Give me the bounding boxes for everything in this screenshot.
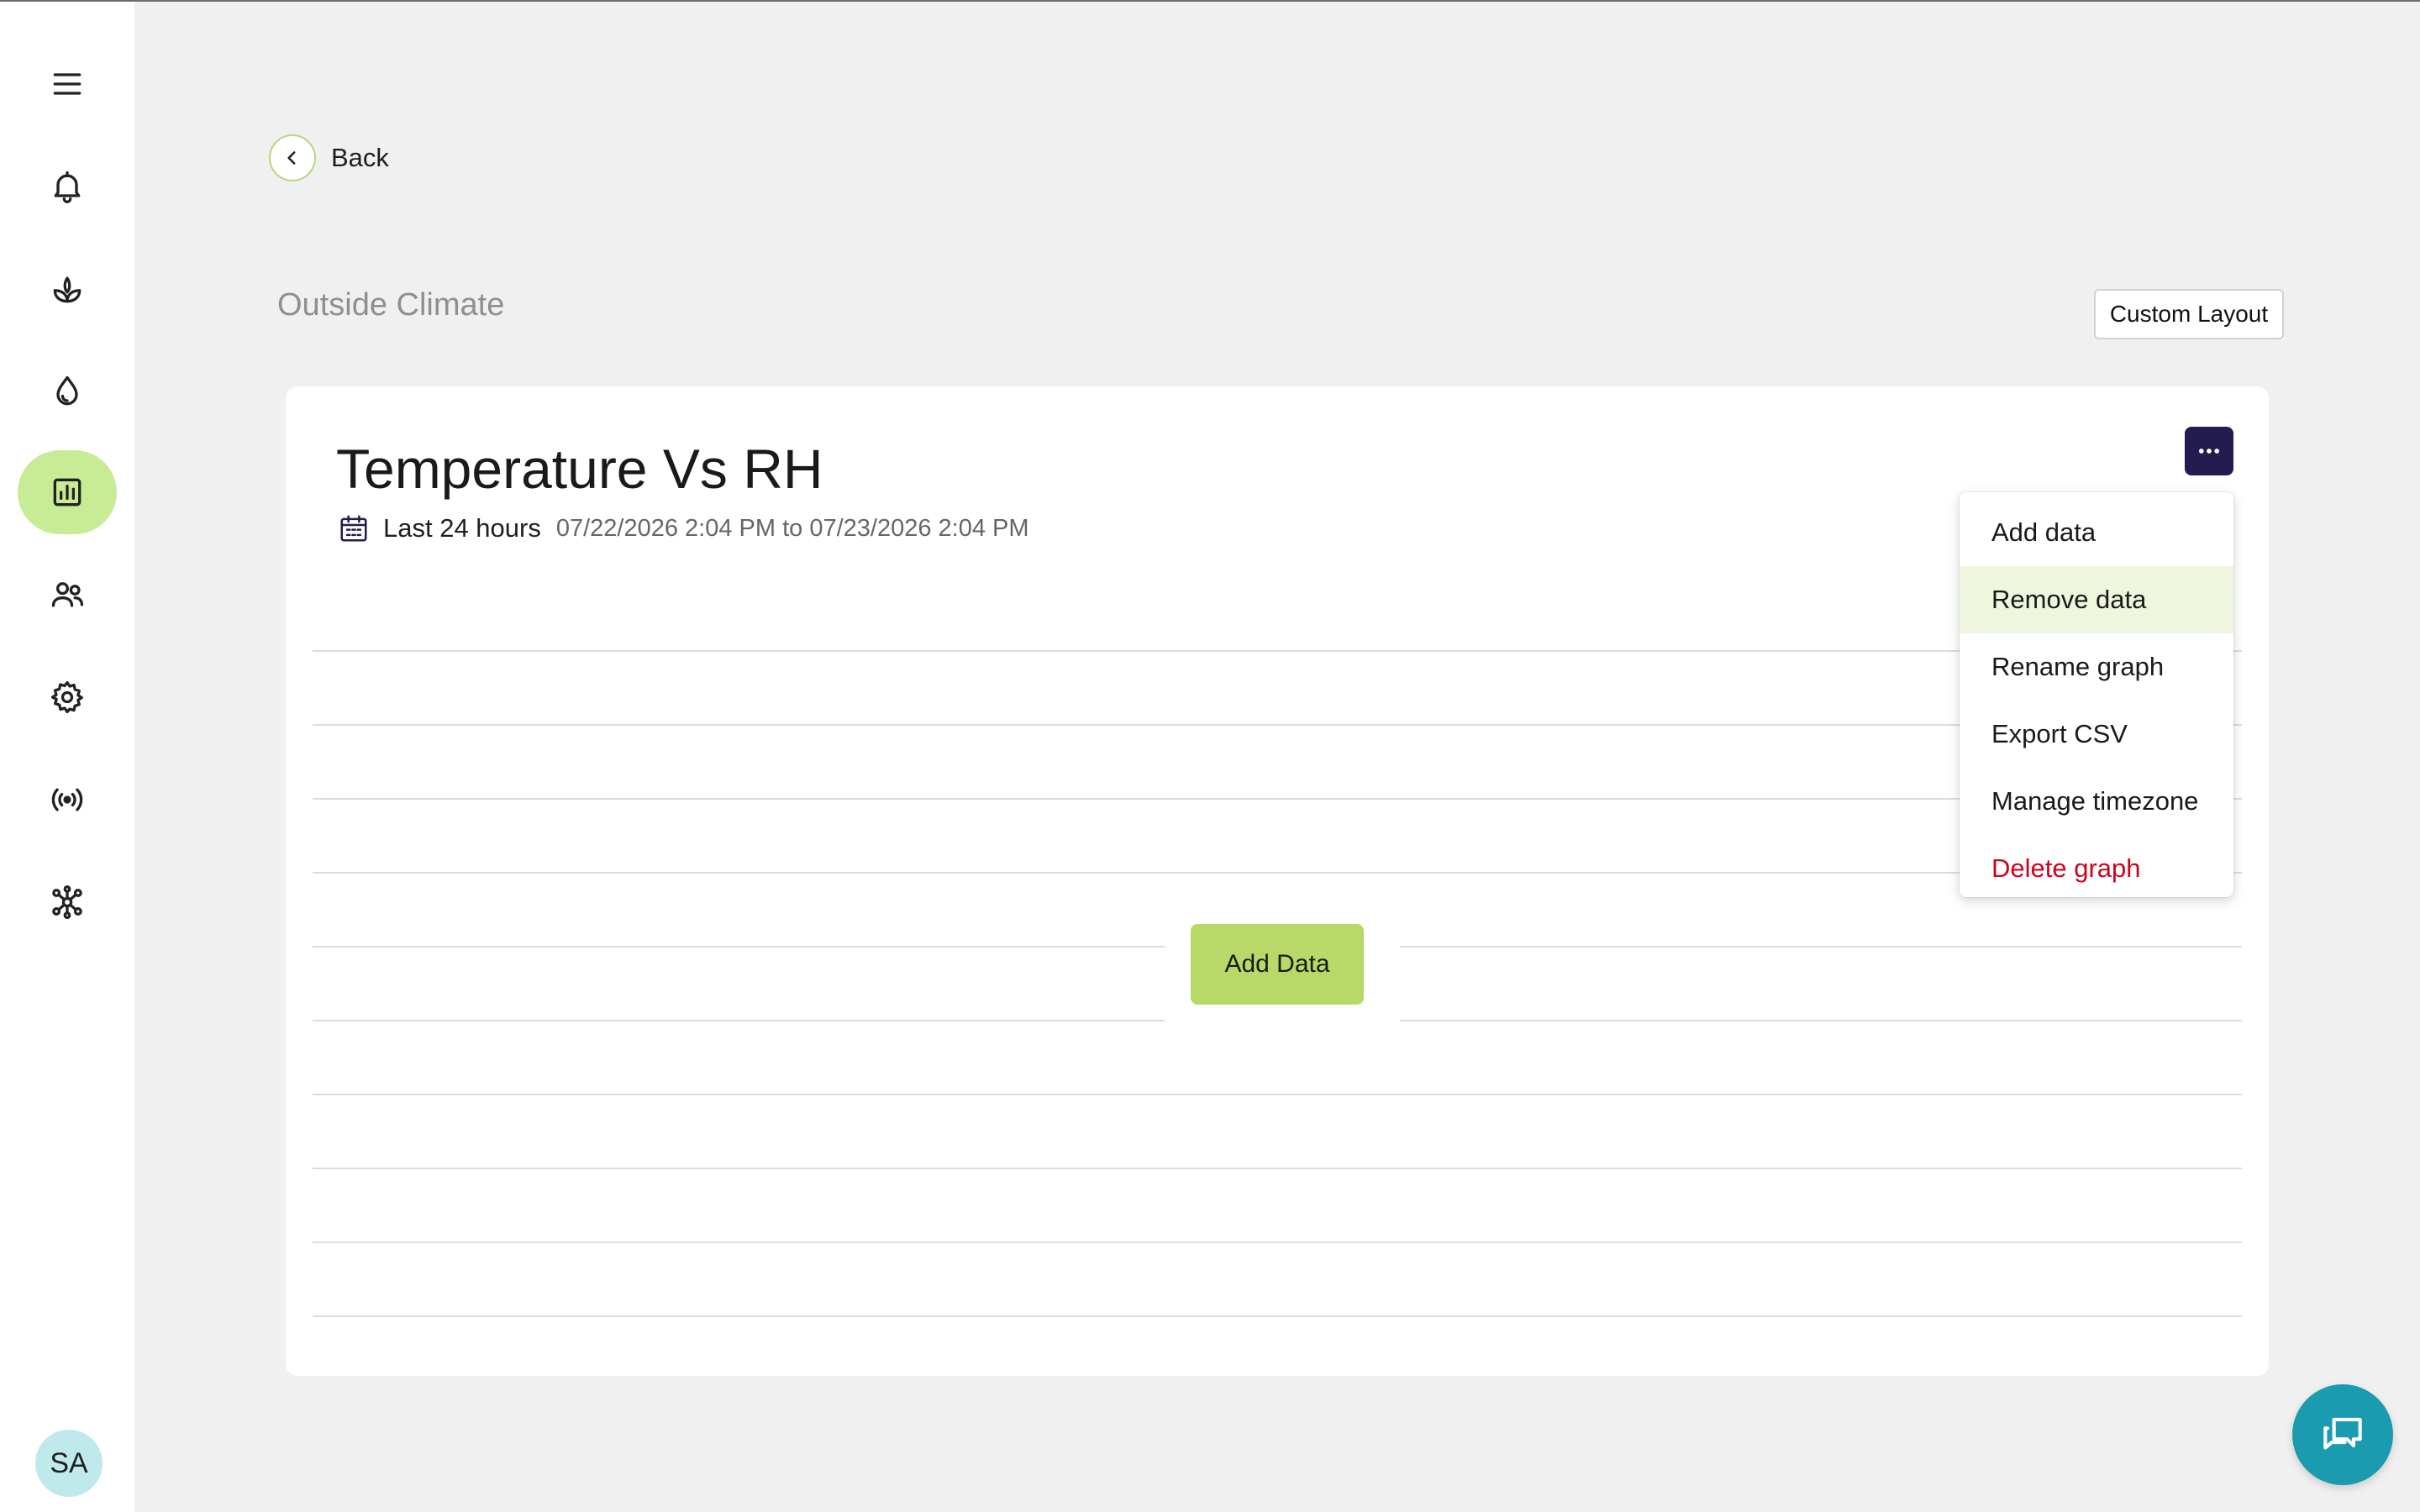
plant-icon	[53, 276, 82, 303]
chevron-left-icon	[269, 134, 316, 181]
chart-icon	[53, 478, 82, 507]
graph-title: Temperature Vs RH	[336, 438, 823, 500]
grid-line	[313, 1242, 2242, 1243]
sidebar-item-crops[interactable]	[18, 247, 117, 331]
range-label: Last 24 hours	[383, 513, 541, 543]
bell-icon	[54, 171, 81, 203]
chat-support-button[interactable]	[2292, 1384, 2393, 1485]
sidebar-item-analytics[interactable]	[18, 450, 117, 534]
menu-icon	[53, 73, 82, 95]
graph-options-button[interactable]	[2185, 427, 2233, 475]
menu-item-manage-timezone[interactable]: Manage timezone	[1960, 768, 2233, 835]
sidebar-item-irrigation[interactable]	[18, 349, 117, 433]
grid-line	[313, 1094, 2242, 1095]
back-button[interactable]: Back	[269, 133, 389, 183]
grid-line	[313, 1168, 2242, 1169]
back-label: Back	[331, 143, 389, 172]
users-icon	[51, 582, 84, 607]
sidebar-item-sensors[interactable]	[18, 758, 117, 842]
page-title: Outside Climate	[277, 287, 505, 323]
sidebar-item-notifications[interactable]	[18, 144, 117, 228]
water-drop-icon	[56, 375, 78, 406]
range-dates: 07/22/2026 2:04 PM to 07/23/2026 2:04 PM	[555, 514, 1029, 542]
more-horizontal-icon	[2198, 449, 2220, 454]
add-data-button[interactable]: Add Data	[1191, 924, 1364, 1005]
graph-options-menu: Add data Remove data Rename graph Export…	[1960, 492, 2233, 897]
menu-item-rename-graph[interactable]: Rename graph	[1960, 633, 2233, 701]
network-icon	[52, 885, 82, 919]
grid-line	[313, 724, 2242, 726]
menu-item-remove-data[interactable]: Remove data	[1960, 566, 2233, 633]
custom-layout-button[interactable]: Custom Layout	[2094, 289, 2284, 339]
calendar-icon	[340, 515, 367, 542]
menu-item-export-csv[interactable]: Export CSV	[1960, 701, 2233, 768]
top-border	[0, 0, 2420, 2]
date-range[interactable]: Last 24 hours 07/22/2026 2:04 PM to 07/2…	[338, 512, 1029, 544]
grid-line	[313, 1315, 2242, 1317]
grid-line	[313, 798, 2242, 800]
menu-toggle-button[interactable]	[18, 42, 117, 126]
menu-item-delete-graph[interactable]: Delete graph	[1960, 835, 2233, 902]
gear-icon	[50, 680, 83, 714]
menu-item-add-data[interactable]: Add data	[1960, 499, 2233, 566]
grid-line	[313, 872, 2242, 874]
chat-icon	[2323, 1417, 2362, 1450]
avatar-initials: SA	[50, 1446, 88, 1479]
broadcast-icon	[51, 788, 83, 811]
sidebar: SA	[0, 2, 134, 1512]
sidebar-item-integrations[interactable]	[18, 860, 117, 944]
avatar[interactable]: SA	[35, 1430, 103, 1497]
sidebar-item-users[interactable]	[18, 553, 117, 637]
sidebar-item-settings[interactable]	[18, 655, 117, 739]
grid-line	[313, 650, 2242, 652]
